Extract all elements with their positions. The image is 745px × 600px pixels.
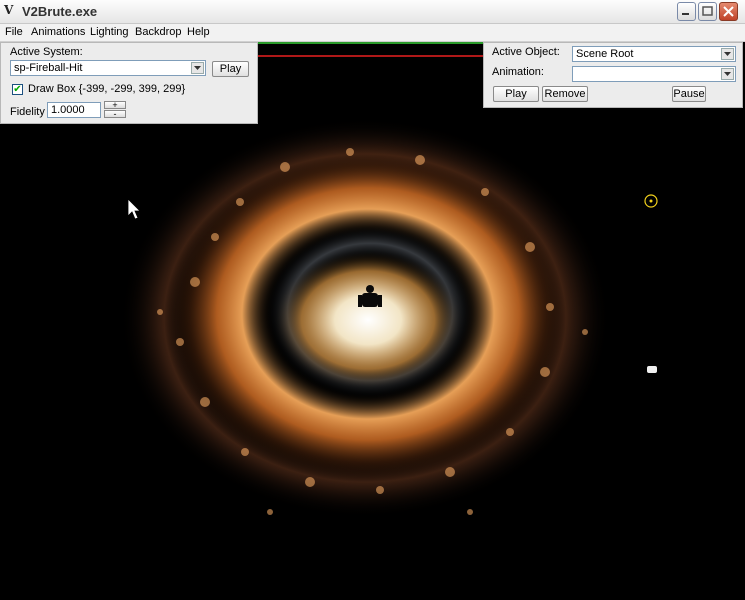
chevron-down-icon[interactable]	[721, 68, 734, 80]
system-panel: Active System: sp-Fireball-Hit Play ✔ Dr…	[0, 42, 258, 124]
fidelity-increment-button[interactable]: +	[104, 101, 126, 110]
active-object-value: Scene Root	[576, 48, 634, 60]
animation-label: Animation:	[492, 66, 544, 78]
close-button[interactable]	[719, 2, 738, 21]
menu-help[interactable]: Help	[187, 26, 210, 38]
menu-file[interactable]: File	[5, 26, 23, 38]
minimize-button[interactable]	[677, 2, 696, 21]
window-title: V2Brute.exe	[22, 4, 98, 19]
draw-box-label: Draw Box {-399, -299, 399, 299}	[28, 83, 186, 95]
active-object-select[interactable]: Scene Root	[572, 46, 736, 62]
app-logo-icon: V	[4, 3, 14, 17]
system-play-button[interactable]: Play	[212, 61, 249, 77]
active-object-label: Active Object:	[492, 46, 560, 58]
camera-marker-icon[interactable]	[647, 366, 657, 373]
chevron-down-icon[interactable]	[721, 48, 734, 60]
menu-bar: File Animations Lighting Backdrop Help	[0, 24, 745, 42]
maximize-button[interactable]	[698, 2, 717, 21]
menu-lighting[interactable]: Lighting	[90, 26, 129, 38]
active-system-value: sp-Fireball-Hit	[14, 62, 83, 74]
fidelity-decrement-button[interactable]: -	[104, 110, 126, 119]
fireball-core	[273, 250, 463, 390]
menu-backdrop[interactable]: Backdrop	[135, 26, 181, 38]
close-icon	[723, 6, 734, 17]
animation-pause-button[interactable]: Pause	[672, 86, 706, 102]
fireball-scene	[120, 42, 658, 518]
menu-animations[interactable]: Animations	[31, 26, 85, 38]
maximize-icon	[702, 6, 713, 16]
active-system-label: Active System:	[10, 46, 83, 58]
minimize-icon	[682, 13, 689, 15]
mouse-cursor-icon	[127, 198, 141, 220]
render-viewport[interactable]	[0, 42, 745, 600]
animation-select[interactable]	[572, 66, 736, 82]
fidelity-input[interactable]: 1.0000	[47, 102, 101, 118]
title-bar: V V2Brute.exe	[0, 0, 745, 24]
chevron-down-icon[interactable]	[191, 62, 204, 74]
draw-box-checkbox[interactable]: ✔	[12, 84, 23, 95]
animation-remove-button[interactable]: Remove	[542, 86, 588, 102]
object-panel: Active Object: Scene Root Animation: Pla…	[483, 42, 743, 108]
active-system-select[interactable]: sp-Fireball-Hit	[10, 60, 206, 76]
animation-play-button[interactable]: Play	[493, 86, 539, 102]
fidelity-label: Fidelity	[10, 106, 45, 118]
